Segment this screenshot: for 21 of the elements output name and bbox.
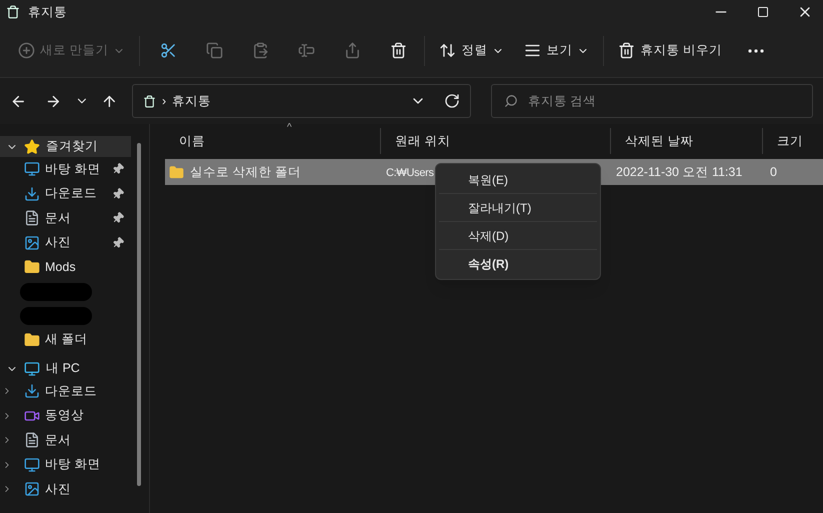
sidebar-label: 동영상 (45, 407, 85, 424)
original-location: C:₩Users (386, 166, 434, 179)
sidebar-label: 새 폴더 (45, 331, 88, 348)
sidebar-label: Mods (45, 258, 77, 276)
sidebar-label: 사진 (45, 234, 72, 252)
sort-indicator: ^ (287, 121, 292, 135)
path-separator: › (162, 92, 166, 110)
sidebar-label: 내 PC (46, 360, 80, 378)
file-size: 0 (770, 164, 777, 179)
file-name: 실수로 삭제한 폴더 (190, 164, 301, 181)
deleted-date: 2022-11-30 오전 11:31 (616, 164, 742, 179)
sidebar-label: 문서 (45, 432, 72, 449)
window-title: 휴지통 (28, 4, 67, 21)
sidebar-label: 바탕 화면 (45, 456, 102, 474)
sidebar-label: 사진 (45, 480, 72, 498)
address-path: 휴지통 (172, 92, 212, 110)
sidebar-label: 다운로드 (45, 382, 98, 400)
sidebar-label: 즐겨찾기 (46, 138, 98, 156)
sidebar-label: 다운로드 (45, 185, 98, 202)
sidebar-label: 문서 (45, 210, 72, 227)
sidebar-label: 바탕 화면 (45, 160, 102, 178)
